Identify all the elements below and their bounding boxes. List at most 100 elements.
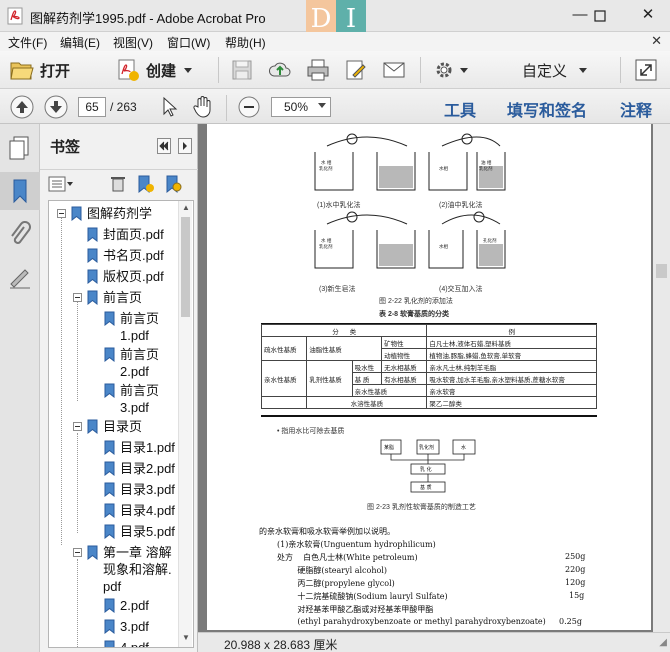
delete-bookmark-icon[interactable] — [110, 174, 126, 192]
bookmarks-toolbar — [40, 169, 198, 197]
bookmark-item[interactable]: 前言页 3.pdf — [99, 382, 159, 416]
bookmark-item[interactable]: 封面页.pdf — [82, 226, 164, 243]
window-title: 图解药剂学1995.pdf - Adobe Acrobat Pro — [30, 11, 266, 26]
resize-grip-icon[interactable]: ◢ — [659, 637, 667, 648]
page-number-input[interactable]: 65 — [78, 97, 106, 117]
settings-button[interactable] — [434, 57, 468, 83]
table-cell: 白凡士林,液体石蜡,塑料基质 — [426, 336, 597, 349]
bookmark-icon — [71, 206, 82, 221]
menu-view[interactable]: 视图(V) — [113, 34, 153, 51]
bookmarks-tab[interactable] — [0, 172, 40, 210]
full-screen-icon[interactable] — [634, 58, 658, 82]
toolbar-separator — [226, 95, 227, 121]
document-scrollbar-thumb[interactable] — [656, 264, 667, 278]
bookmark-item[interactable]: 版权页.pdf — [82, 268, 164, 285]
open-button[interactable]: 打开 — [10, 57, 70, 83]
attachments-icon[interactable] — [6, 220, 34, 250]
hand-tool-icon[interactable] — [192, 95, 214, 119]
find-bookmark-icon[interactable] — [164, 174, 182, 194]
document-scrollbar[interactable] — [653, 124, 670, 632]
bookmark-item[interactable]: 前言页 — [73, 289, 142, 306]
bookmark-item[interactable]: 前言页 1.pdf — [99, 310, 159, 344]
figure-label: (4)交互加入法 — [439, 286, 483, 293]
menu-help[interactable]: 帮助(H) — [225, 34, 266, 51]
bookmark-item[interactable]: 目录3.pdf — [99, 481, 175, 498]
table-cell: 矿物性 — [381, 336, 428, 349]
table-cell: 分 类 — [260, 324, 428, 337]
toolbar-separator — [420, 57, 421, 83]
close-document-icon[interactable]: ✕ — [651, 33, 662, 49]
bookmark-item[interactable]: 4.pdf — [99, 639, 149, 647]
bookmark-item[interactable]: 2.pdf — [99, 597, 149, 614]
bookmark-item[interactable]: 目录1.pdf — [99, 439, 175, 456]
bookmark-item[interactable]: 书名页.pdf — [82, 247, 164, 264]
scroll-down-icon[interactable]: ▼ — [182, 633, 190, 642]
pdf-page[interactable]: 水 相乳化剂 水相油 相乳化剂 水 相乳化剂 水相 孔化剂 (1)水中乳化法 (2… — [207, 124, 651, 630]
email-icon[interactable] — [382, 58, 406, 82]
zoom-out-icon[interactable] — [238, 96, 260, 118]
tree-guide-line — [77, 433, 78, 533]
cloud-upload-icon[interactable] — [268, 58, 292, 82]
close-window-button[interactable]: ✕ — [630, 0, 666, 32]
bookmark-item[interactable]: 目录5.pdf — [99, 523, 175, 540]
menu-window[interactable]: 窗口(W) — [167, 34, 210, 51]
customize-button[interactable]: 自定义 — [522, 57, 588, 83]
comment-pane-link[interactable]: 注释 — [620, 97, 652, 121]
signatures-icon[interactable] — [6, 262, 34, 292]
table-cell: 无水相基质 — [381, 360, 428, 373]
svg-text:水相: 水相 — [439, 165, 448, 172]
select-cursor-icon[interactable] — [160, 96, 180, 118]
scroll-up-icon[interactable]: ▲ — [182, 203, 190, 212]
bookmark-scrollbar[interactable]: ▲ ▼ — [178, 201, 192, 647]
create-button[interactable]: 创建 — [116, 57, 193, 83]
bookmark-item[interactable]: 目录2.pdf — [99, 460, 175, 477]
menu-edit[interactable]: 编辑(E) — [60, 34, 100, 51]
collapse-toggle-icon[interactable] — [73, 293, 82, 302]
bookmark-icon — [87, 290, 98, 305]
table-cell: 动植物性 — [381, 348, 428, 361]
menu-file[interactable]: 文件(F) — [8, 34, 47, 51]
bookmark-icon — [87, 545, 98, 560]
bookmark-item[interactable]: 3.pdf — [99, 618, 149, 635]
new-bookmark-icon[interactable] — [136, 174, 154, 194]
bookmark-label: 前言页 3.pdf — [120, 383, 160, 415]
collapse-toggle-icon[interactable] — [73, 548, 82, 557]
bookmark-item[interactable]: 目录4.pdf — [99, 502, 175, 519]
print-icon[interactable] — [306, 58, 330, 82]
open-label: 打开 — [40, 62, 71, 80]
bookmark-icon — [104, 440, 115, 455]
bookmark-icon — [87, 227, 98, 242]
body-text-line: (1)亲水软膏(Unguentum hydrophilicum) — [277, 540, 436, 549]
bookmarks-panel: 书签 图解药剂学 封面页.pdf 书名页.pdf 版权页.pdf 前言页 前言页… — [40, 124, 198, 652]
flow-box-label: 乳 化 — [420, 466, 432, 473]
bookmark-icon — [104, 383, 115, 398]
flow-box-label: 乳化剂 — [419, 444, 434, 451]
bookmark-item[interactable]: 前言页 2.pdf — [99, 346, 159, 380]
document-view: 水 相乳化剂 水相油 相乳化剂 水 相乳化剂 水相 孔化剂 (1)水中乳化法 (2… — [198, 124, 670, 652]
tools-pane-link[interactable]: 工具 — [444, 97, 476, 121]
maximize-button[interactable] — [582, 0, 618, 32]
next-page-icon[interactable] — [44, 95, 68, 119]
expand-panel-button[interactable] — [178, 138, 192, 154]
edit-pdf-icon[interactable] — [344, 58, 368, 82]
options-menu-icon[interactable] — [48, 175, 74, 193]
bookmark-icon — [87, 248, 98, 263]
page-size-label: 20.988 x 28.683 厘米 — [224, 638, 338, 652]
fill-sign-pane-link[interactable]: 填写和签名 — [507, 97, 587, 121]
save-icon[interactable] — [230, 58, 254, 82]
bookmark-item[interactable]: 第一章 溶解 现象和溶解. pdf — [73, 544, 172, 595]
table-cell: 吸水性 — [351, 360, 383, 373]
collapse-panel-button[interactable] — [157, 138, 171, 154]
bookmark-icon — [104, 461, 115, 476]
page-thumbnails-icon[interactable] — [6, 134, 34, 164]
collapse-toggle-icon[interactable] — [57, 209, 66, 218]
bookmark-label: 前言页 2.pdf — [120, 347, 160, 379]
collapse-toggle-icon[interactable] — [73, 422, 82, 431]
bookmark-scrollbar-thumb[interactable] — [181, 217, 190, 317]
previous-page-icon[interactable] — [10, 95, 34, 119]
bookmark-item[interactable]: 图解药剂学 — [57, 205, 152, 222]
menu-bar: 文件(F) 编辑(E) 视图(V) 窗口(W) 帮助(H) ✕ — [0, 32, 670, 51]
zoom-dropdown-icon[interactable] — [318, 103, 326, 108]
bookmark-icon — [13, 179, 27, 204]
bookmark-item[interactable]: 目录页 — [73, 418, 142, 435]
